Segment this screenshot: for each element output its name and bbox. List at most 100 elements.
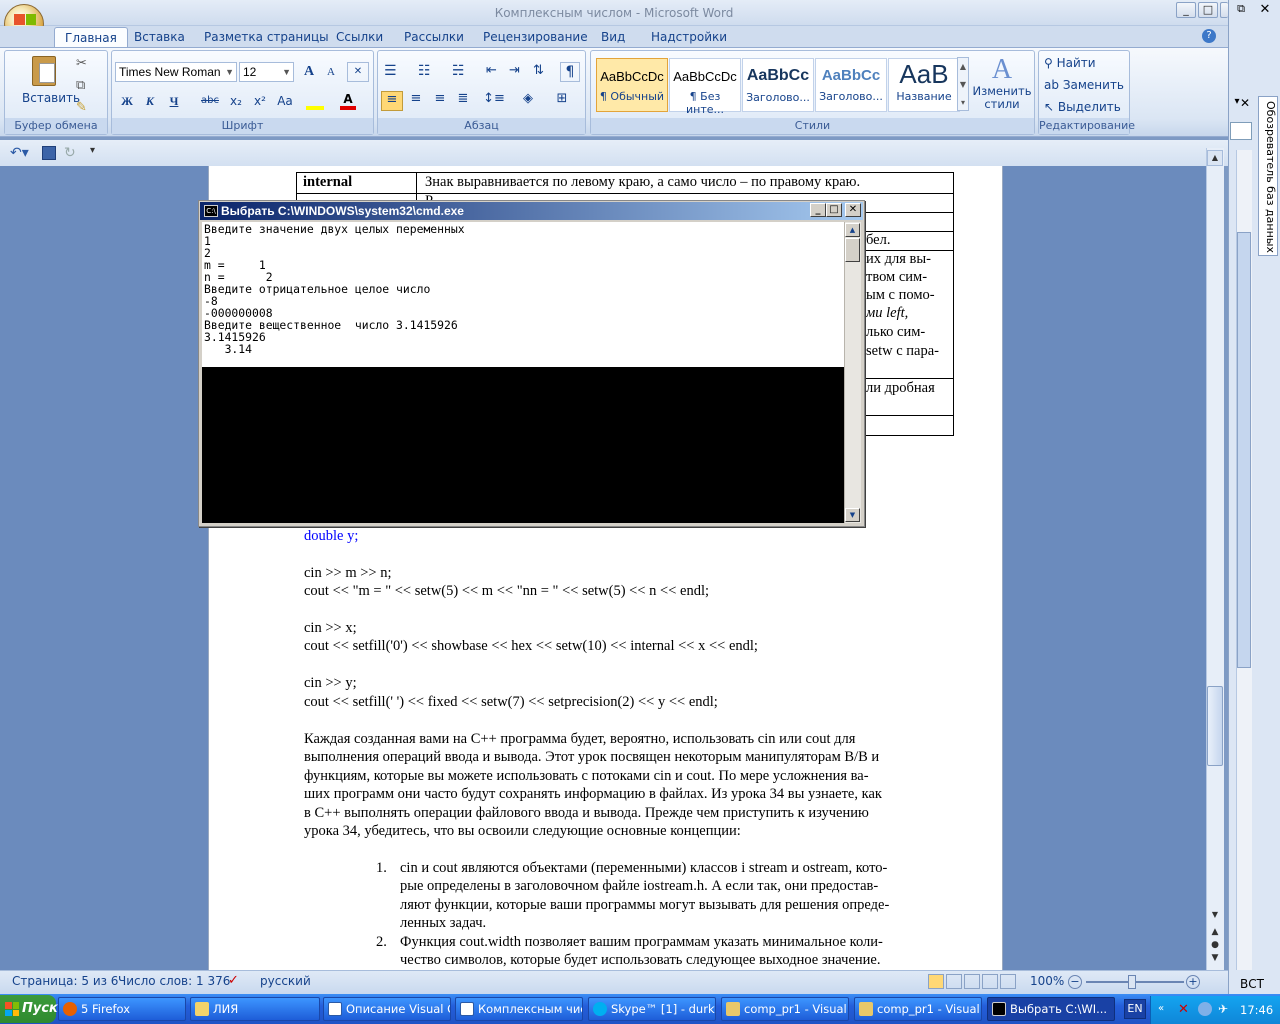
clock[interactable]: 17:46 [1240,1003,1273,1017]
change-case-button[interactable]: Aa [273,91,297,111]
cut-icon[interactable]: ✂ [76,56,94,72]
full-screen-icon[interactable] [946,974,962,989]
grow-font-button[interactable]: A [299,62,319,82]
tab-home[interactable]: Главная [54,27,128,48]
cmd-output[interactable]: Введите значение двух целых переменных 1… [202,222,844,367]
taskbar-item-firefox[interactable]: 5 Firefox [58,997,186,1021]
scroll-thumb[interactable] [1207,686,1223,766]
style-normal[interactable]: AaBbCcDc ¶ Обычный [596,58,668,112]
database-explorer-tab[interactable]: Обозреватель баз данных [1258,96,1278,256]
bold-button[interactable]: Ж [117,91,137,111]
taskbar-item-folder[interactable]: ЛИЯ [190,997,320,1021]
insert-mode[interactable]: ВСТ [1240,977,1264,991]
font-family-select[interactable]: Times New Roman ▼ [115,62,237,82]
change-styles-button[interactable]: A Изменить стили [972,55,1032,117]
cmd-scroll-up-icon[interactable]: ▲ [845,223,860,237]
paste-button[interactable]: Вставить [22,56,80,108]
tab-page-layout[interactable]: Разметка страницы [194,27,339,48]
underline-button[interactable]: Ч [164,91,184,111]
vertical-scrollbar[interactable] [1206,148,1224,970]
shrink-font-button[interactable]: A [321,62,341,82]
style-heading-1[interactable]: AaBbCc Заголово... [742,58,814,112]
cmd-close-button[interactable]: ✕ [845,203,861,217]
format-painter-icon[interactable]: ✎ [76,100,94,116]
restore-icon[interactable]: ⧉ [1232,2,1250,18]
multilevel-list-icon[interactable]: ☵ [452,63,482,81]
language-indicator[interactable]: EN [1124,999,1146,1019]
zoom-in-icon[interactable]: + [1186,975,1200,989]
tray-arrow-icon[interactable]: « [1158,1003,1170,1017]
tab-insert[interactable]: Вставка [124,27,195,48]
status-language[interactable]: русский [260,974,311,988]
font-color-icon[interactable]: A [340,92,356,110]
style-heading-2[interactable]: AaBbCc Заголово... [815,58,887,112]
numbering-icon[interactable]: ☷ [418,63,448,81]
strikethrough-button[interactable]: abc [198,91,222,111]
cmd-minimize-button[interactable]: _ [810,203,826,217]
taskbar-item-word-desc[interactable]: Описание Visual C... [323,997,451,1021]
start-button[interactable]: Пуск [0,995,58,1023]
scroll-down-icon[interactable]: ▼ [1207,908,1223,924]
cmd-title[interactable]: Выбрать C:\WINDOWS\system32\cmd.exe [200,202,863,220]
find-button[interactable]: ⚲ Найти [1044,56,1124,74]
spellcheck-icon[interactable]: ✓ [228,973,244,989]
web-layout-icon[interactable] [964,974,980,989]
tray-antivirus-icon[interactable]: ✕ [1178,1002,1192,1017]
superscript-button[interactable]: x² [249,91,271,111]
taskbar-item-word-doc[interactable]: Комплексным чис... [455,997,583,1021]
customize-qat-icon[interactable]: ▾ [90,145,100,161]
sort-icon[interactable]: ⇅ [533,63,553,81]
tab-mailings[interactable]: Рассылки [394,27,474,48]
cmd-scroll-thumb[interactable] [845,238,860,262]
tab-review[interactable]: Рецензирование [473,27,598,48]
tray-network-icon[interactable] [1198,1002,1212,1016]
font-size-select[interactable]: 12 ▼ [239,62,294,82]
tab-references[interactable]: Ссылки [326,27,393,48]
align-right-icon[interactable]: ≡ [430,91,450,111]
zoom-out-icon[interactable]: − [1068,975,1082,989]
outline-icon[interactable] [982,974,998,989]
redo-icon[interactable]: ↻ [64,145,78,161]
pane-dropdown[interactable] [1230,122,1252,140]
style-no-spacing[interactable]: AaBbCcDc ¶ Без инте... [669,58,741,116]
highlight-icon[interactable] [306,92,324,110]
status-words[interactable]: Число слов: 1 376 [118,974,230,988]
minimize-button[interactable]: _ [1176,2,1196,18]
copy-icon[interactable]: ⧉ [76,78,94,94]
cmd-scroll-down-icon[interactable]: ▼ [845,508,860,522]
tab-addins[interactable]: Надстройки [641,27,737,48]
browse-object-icon[interactable]: ▲ ● ▼ [1207,926,1223,966]
close-icon[interactable]: ✕ [1256,2,1274,18]
styles-scroll[interactable]: ▲ ▼ ▾ [957,57,969,111]
taskbar-item-vs-2[interactable]: comp_pr1 - Visual ... [854,997,982,1021]
align-left-icon[interactable]: ≡ [381,91,403,111]
zoom-thumb[interactable] [1128,975,1136,989]
italic-button[interactable]: К [140,91,160,111]
decrease-indent-icon[interactable]: ⇤ [486,63,506,81]
status-page[interactable]: Страница: 5 из 6 [12,974,118,988]
line-spacing-icon[interactable]: ↕≡ [480,91,508,111]
close-icon[interactable]: ✕ [1238,96,1252,112]
select-button[interactable]: ↖ Выделить [1044,100,1124,118]
show-marks-button[interactable]: ¶ [560,62,580,82]
align-center-icon[interactable]: ≡ [406,91,426,111]
shading-icon[interactable]: ◈ [514,91,542,111]
bullets-icon[interactable]: ☰ [384,63,414,81]
close-button[interactable] [1220,2,1228,18]
scroll-up-icon[interactable]: ▲ [1207,150,1223,166]
cmd-icon[interactable]: C:\ [204,205,218,217]
replace-button[interactable]: ab Заменить [1044,78,1124,96]
maximize-button[interactable]: □ [1198,2,1218,18]
save-icon[interactable] [42,146,56,160]
taskbar-item-cmd[interactable]: Выбрать C:\WI... [987,997,1115,1021]
clear-format-button[interactable]: ✕ [347,62,369,82]
tab-view[interactable]: Вид [591,27,635,48]
cmd-maximize-button[interactable]: □ [826,203,842,217]
undo-icon[interactable]: ↶▾ [10,145,34,161]
tray-volume-icon[interactable]: ✈ [1218,1002,1232,1016]
help-icon[interactable]: ? [1202,29,1216,43]
pane-scroll-thumb[interactable] [1237,232,1251,668]
draft-icon[interactable] [1000,974,1016,989]
increase-indent-icon[interactable]: ⇥ [509,63,529,81]
cmd-scrollbar[interactable] [844,222,861,523]
